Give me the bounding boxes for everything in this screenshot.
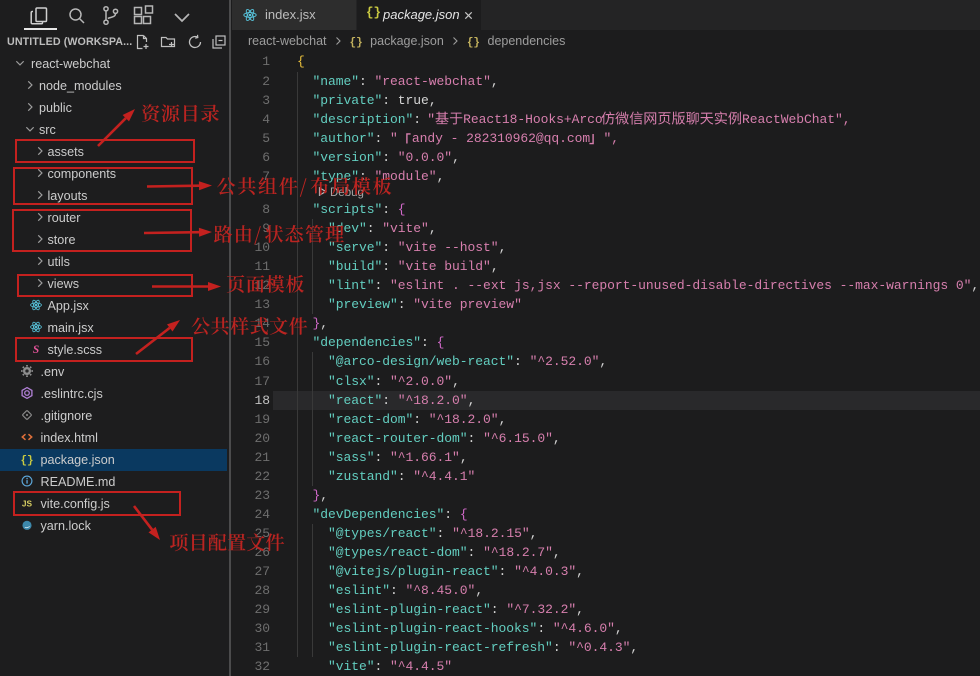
svg-text:{}: {}	[20, 455, 33, 466]
svg-text:JS: JS	[22, 498, 33, 508]
svg-text:S: S	[32, 344, 38, 356]
